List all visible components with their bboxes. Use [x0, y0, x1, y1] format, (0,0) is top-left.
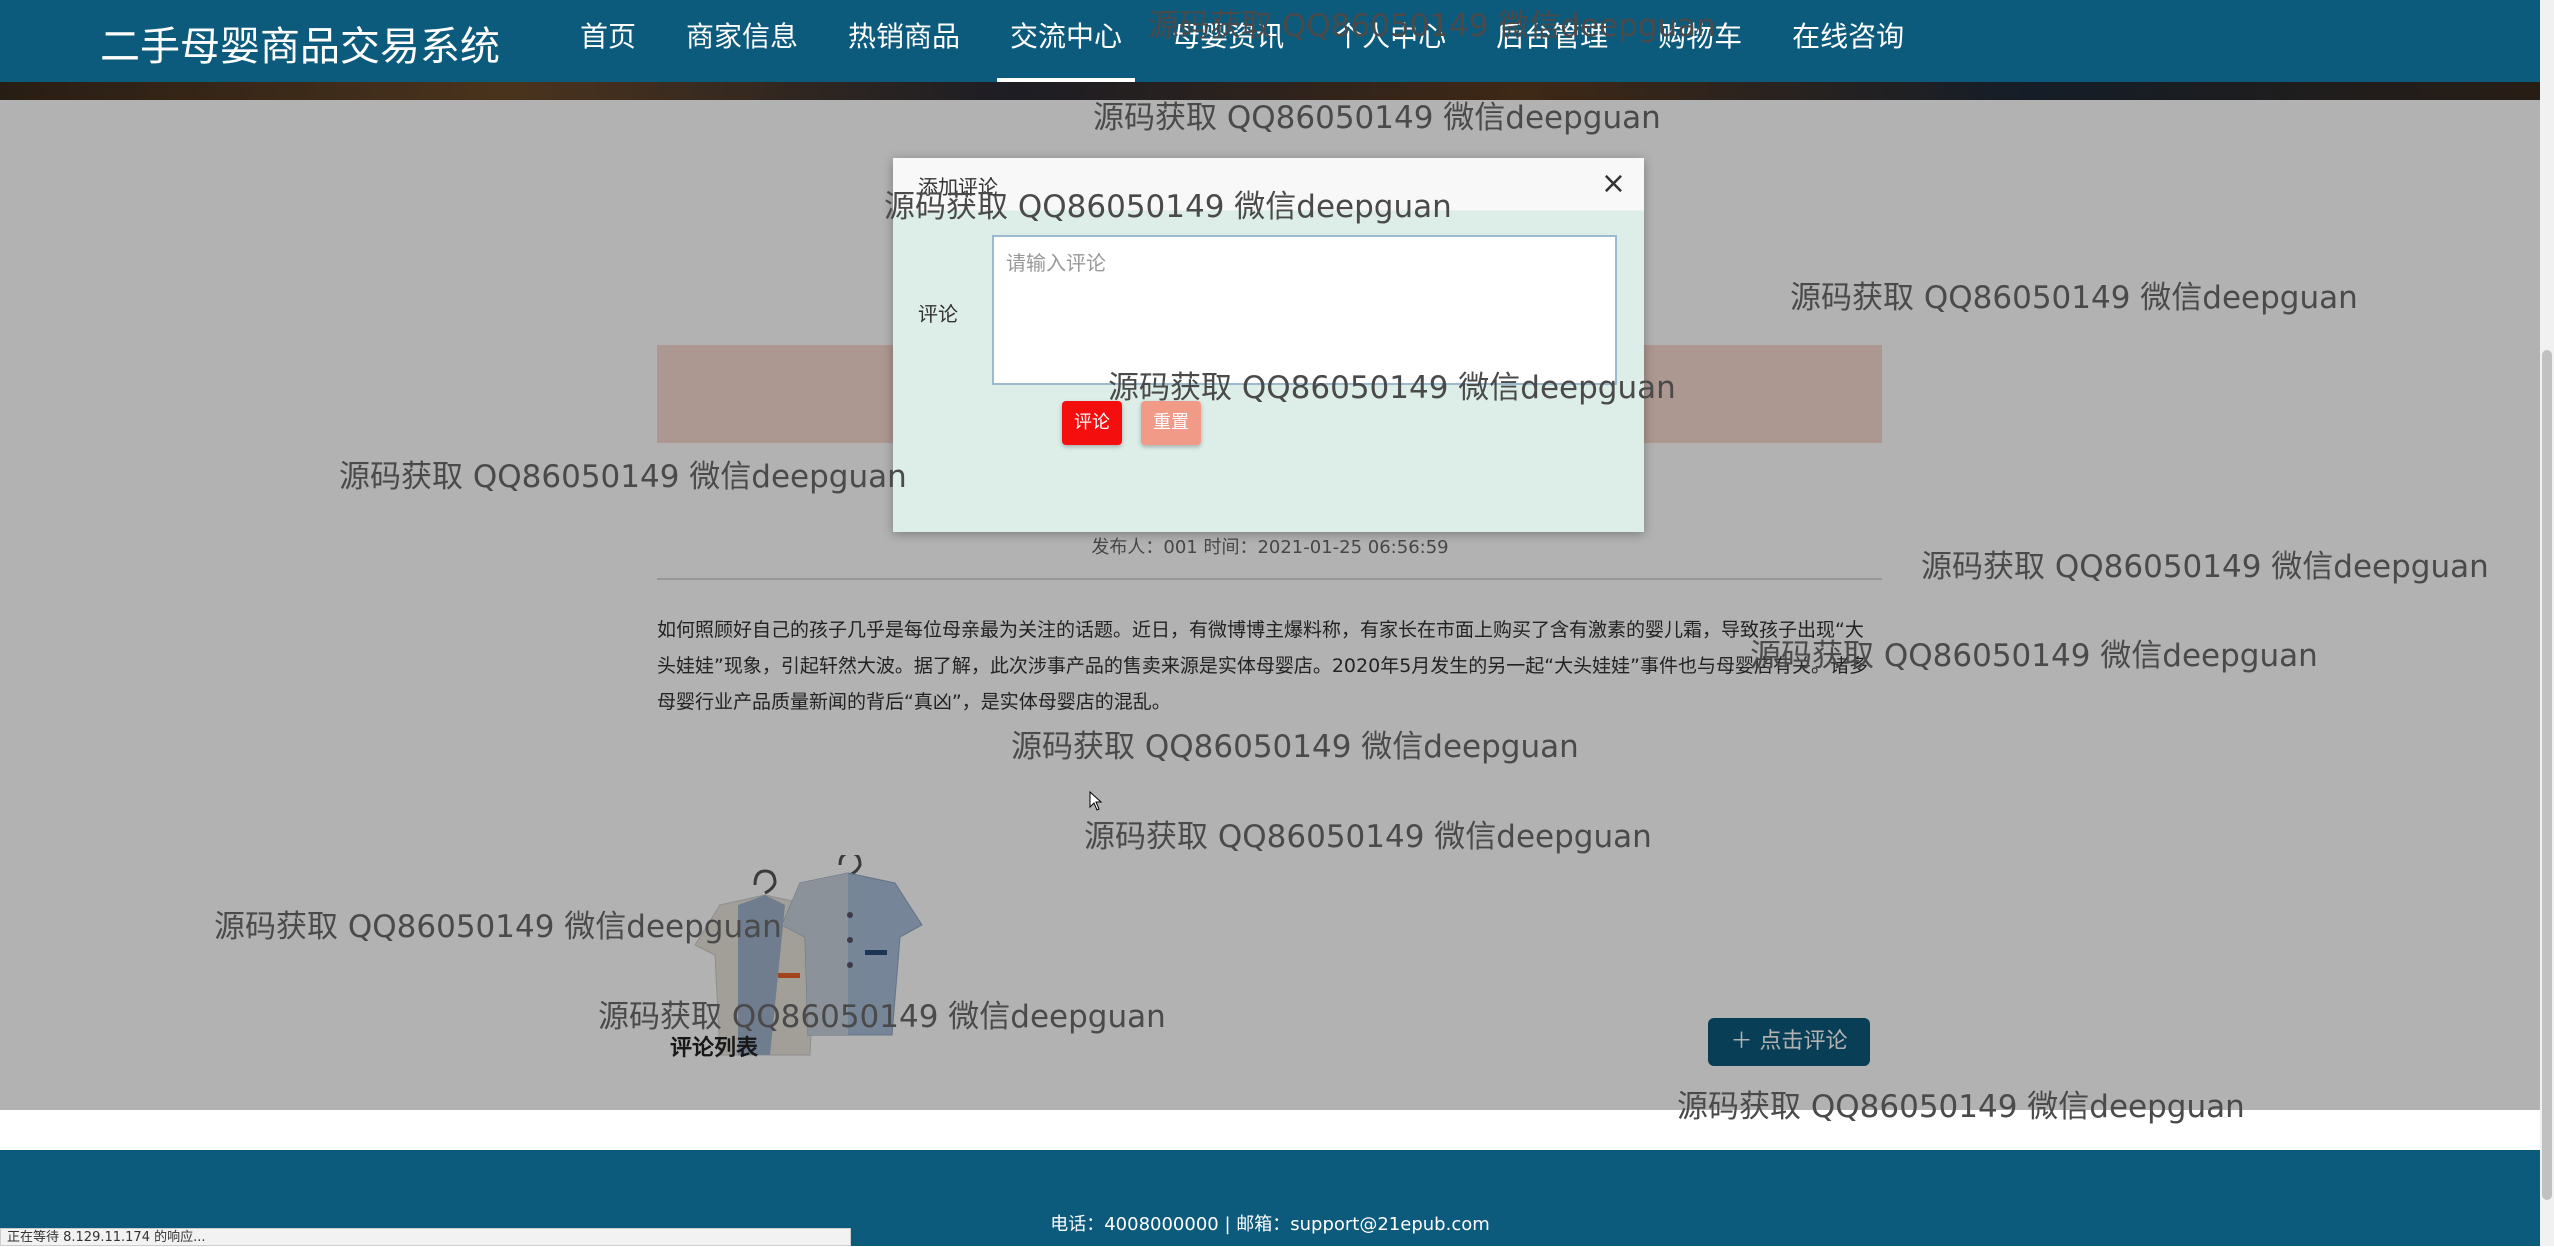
watermark-text: 源码获取 QQ86050149 微信deepguan [1750, 638, 2318, 674]
watermark-text: 源码获取 QQ86050149 微信deepguan [1108, 370, 1676, 406]
watermark-text: 源码获取 QQ86050149 微信deepguan [339, 459, 907, 495]
scrollbar-thumb[interactable] [2542, 350, 2552, 1200]
reset-button[interactable]: 重置 [1141, 401, 1201, 445]
submit-comment-button[interactable]: 评论 [1062, 401, 1122, 445]
watermark-text: 源码获取 QQ86050149 微信deepguan [598, 999, 1166, 1035]
watermark-text: 源码获取 QQ86050149 微信deepguan [1148, 8, 1716, 44]
watermark-text: 源码获取 QQ86050149 微信deepguan [1084, 819, 1652, 855]
watermark-text: 源码获取 QQ86050149 微信deepguan [214, 909, 782, 945]
browser-status-bar: 正在等待 8.129.11.174 的响应... [0, 1228, 851, 1246]
page: 二手母婴商品交易系统 首页 商家信息 热销商品 交流中心 母婴资讯 个人中心 后… [0, 0, 2540, 1246]
watermark-text: 源码获取 QQ86050149 微信deepguan [1790, 280, 2358, 316]
watermark-text: 源码获取 QQ86050149 微信deepguan [1921, 549, 2489, 585]
watermark-text: 源码获取 QQ86050149 微信deepguan [1011, 729, 1579, 765]
watermark-text: 源码获取 QQ86050149 微信deepguan [884, 189, 1452, 225]
nav-home[interactable]: 首页 [555, 0, 661, 82]
mouse-cursor-icon [1089, 791, 1103, 811]
nav-community[interactable]: 交流中心 [985, 0, 1147, 82]
nav-hot-products[interactable]: 热销商品 [823, 0, 985, 82]
watermark-text: 源码获取 QQ86050149 微信deepguan [1093, 100, 1661, 136]
nav-online-consult[interactable]: 在线咨询 [1767, 0, 1929, 82]
site-brand[interactable]: 二手母婴商品交易系统 [100, 14, 500, 72]
watermark-text: 源码获取 QQ86050149 微信deepguan [1677, 1089, 2245, 1125]
close-icon[interactable]: × [1601, 166, 1626, 201]
nav-merchants[interactable]: 商家信息 [661, 0, 823, 82]
comment-field-label: 评论 [918, 302, 958, 326]
